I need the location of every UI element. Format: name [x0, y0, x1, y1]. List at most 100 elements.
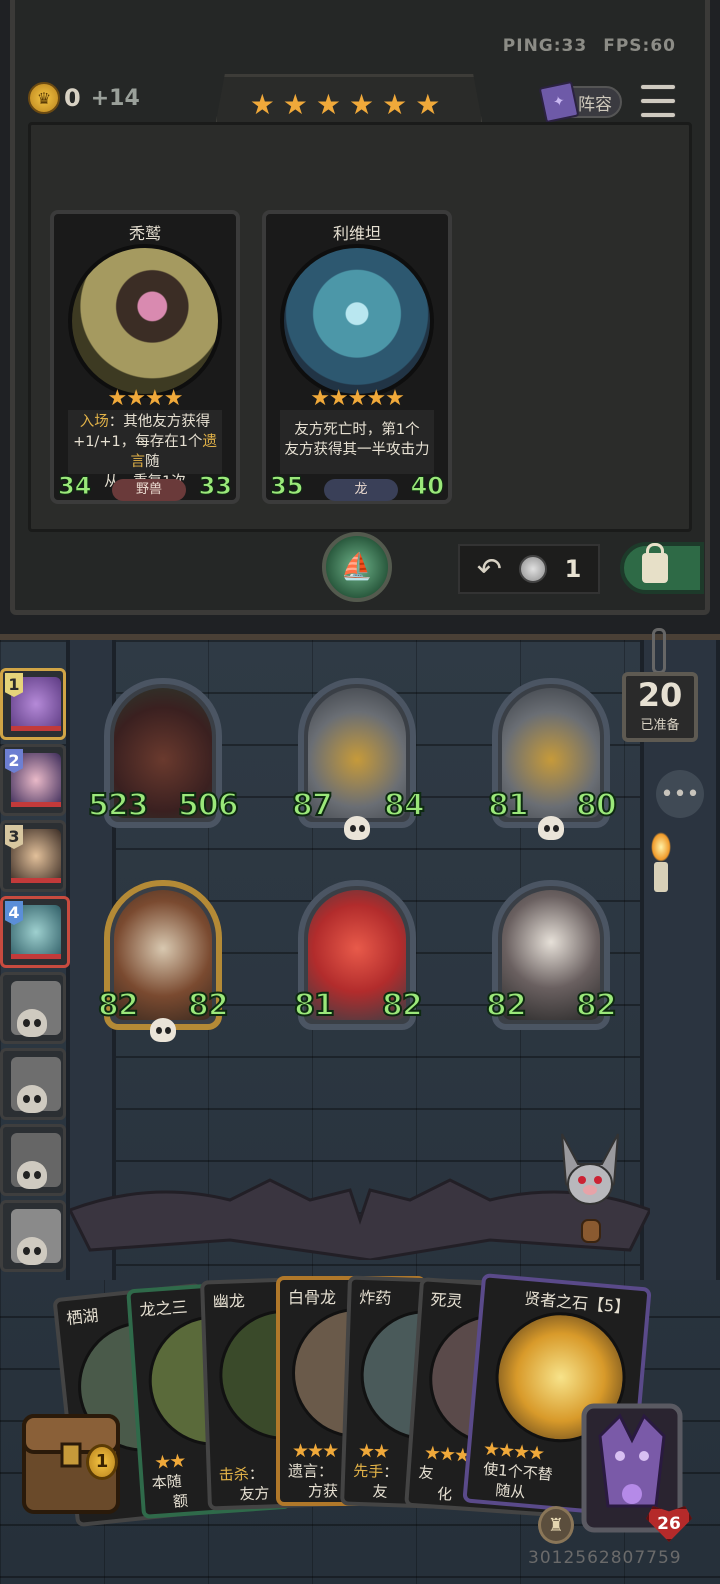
ping-text: PING:33 [502, 36, 588, 56]
ready-label: 已准备 [640, 718, 680, 733]
card-name: 龙之三 [138, 1297, 189, 1320]
minion-attack: 82 [485, 987, 528, 1024]
minion-health: 80 [575, 787, 618, 824]
card-tribe: 龙 [324, 479, 398, 501]
skull-icon [150, 1018, 176, 1042]
card-stars: ★★★★ [107, 386, 184, 411]
hp-bar [11, 726, 61, 731]
gold-income: +14 [90, 85, 140, 111]
card-stars: ★★★ [292, 1440, 339, 1462]
ready-count: 20 [637, 676, 683, 714]
torch-decoration [648, 832, 674, 892]
player-slot[interactable]: 1 [0, 668, 66, 740]
player-slot[interactable]: 2 [0, 744, 66, 816]
vulture-art [68, 244, 222, 398]
gold-counter: ♛ 0 +14 [28, 82, 140, 114]
card-tribe: 野兽 [112, 479, 186, 501]
card-attack: 35 [269, 472, 304, 501]
minion-health: 82 [381, 987, 424, 1024]
chat-icon[interactable]: ••• [656, 770, 704, 818]
rank-badge: 3 [5, 825, 23, 849]
minion-attack: 87 [291, 787, 334, 824]
crown-coin-icon: ♛ [28, 82, 60, 114]
card-text: 先手： [352, 1461, 399, 1482]
book-icon: ✦ [538, 80, 580, 124]
undo-count: 1 [564, 555, 582, 583]
unlock-icon [642, 543, 668, 583]
card-name: 白骨龙 [288, 1288, 337, 1307]
minion-attack: 81 [293, 987, 336, 1024]
skull-icon [344, 816, 370, 840]
card-text: 遗言： [288, 1462, 334, 1480]
chest-badge: 1 [86, 1444, 118, 1480]
desc-text: ：其他友方获得 [108, 414, 211, 430]
player-slot-self[interactable]: 4 [0, 896, 70, 968]
shop-card[interactable]: 秃鹫 ★★★★ 入场：其他友方获得 +1/+1，每存在1个遗言随 从，重复1次 … [50, 210, 240, 504]
card-name: 利维坦 [332, 224, 381, 243]
rank-badge: 4 [5, 901, 23, 925]
desc-text: 随 [145, 454, 160, 470]
refresh-orb-button[interactable]: ⛵ [322, 532, 392, 602]
lock-shop-button[interactable] [620, 542, 704, 594]
user-id: 3012562807759 [528, 1548, 682, 1568]
card-text: 友 [417, 1463, 435, 1483]
chain-decoration [652, 628, 666, 674]
card-name: 贤者之石【5】 [523, 1288, 631, 1318]
player-slot-eliminated[interactable] [0, 1048, 66, 1120]
bat-pet-mascot[interactable] [548, 1124, 632, 1248]
silver-coin-icon [519, 555, 548, 583]
hp-bar [11, 802, 61, 807]
ship-icon: ⛵ [340, 552, 374, 582]
player-list: 1 2 3 4 [0, 668, 72, 1276]
fps-text: FPS:60 [603, 36, 676, 56]
skull-icon [17, 1237, 47, 1265]
card-description: 入场：其他友方获得 +1/+1，每存在1个遗言随 从，重复1次 [68, 410, 222, 490]
player-slot[interactable]: 3 [0, 820, 66, 892]
skull-icon [17, 1161, 47, 1189]
card-name: 秃鹫 [128, 224, 161, 243]
skull-icon [538, 816, 564, 840]
skull-icon [17, 1009, 47, 1037]
desc-text: +1/+1，每存在1个 [73, 434, 203, 450]
minion-attack: 523 [87, 787, 150, 824]
lineup-button[interactable]: ✦ 阵容 [538, 80, 622, 124]
tavern-panel: PING:33 FPS:60 ♛ 0 +14 ★★★★★★ ✦ 阵容 秃鹫 ★★★… [0, 0, 720, 640]
card-text: 随从 [494, 1481, 527, 1502]
shop-card[interactable]: 利维坦 ★★★★★ 友方死亡时，第1个 友方获得其一半攻击力 35 龙 40 [262, 210, 452, 504]
hero-power-button[interactable]: ♜ [538, 1506, 574, 1544]
card-attack: 34 [57, 472, 92, 501]
minion-health: 84 [383, 787, 426, 824]
undo-icon[interactable]: ↶ [477, 552, 502, 587]
minion-health: 82 [575, 987, 618, 1024]
card-text: 额 [172, 1491, 189, 1511]
card-health: 40 [410, 472, 444, 501]
skull-icon [17, 1085, 47, 1113]
rank-badge: 1 [5, 673, 23, 697]
card-text: 友方 [239, 1484, 270, 1504]
minion-attack: 82 [97, 987, 140, 1024]
card-name: 栖湖 [65, 1305, 100, 1329]
card-health: 33 [198, 472, 232, 501]
player-slot-eliminated[interactable] [0, 1124, 66, 1196]
player-slot-eliminated[interactable] [0, 1200, 66, 1272]
card-text: 友 [372, 1482, 388, 1501]
network-info: PING:33 FPS:60 [487, 36, 676, 56]
ready-counter: 20 已准备 [622, 672, 698, 742]
player-slot-eliminated[interactable] [0, 972, 66, 1044]
card-text: 击杀： [218, 1464, 265, 1485]
minion-health: 506 [177, 787, 240, 824]
card-name: 死灵 [430, 1289, 464, 1312]
rank-badge: 2 [5, 749, 23, 773]
card-name: 炸药 [358, 1287, 392, 1308]
lineup-label: 阵容 [578, 94, 612, 115]
card-text: 化 [436, 1484, 453, 1504]
leviathan-art [280, 244, 434, 398]
card-stars: ★★★★★ [310, 386, 405, 411]
undo-panel[interactable]: ↶ 1 [458, 544, 600, 594]
hp-bar [11, 954, 61, 959]
menu-icon[interactable] [640, 84, 676, 118]
minion-attack: 81 [487, 787, 530, 824]
card-description: 友方死亡时，第1个 友方获得其一半攻击力 [280, 410, 434, 474]
card-text: 方获 [308, 1482, 339, 1500]
desc-text: 友方死亡时，第1个 [294, 422, 420, 438]
